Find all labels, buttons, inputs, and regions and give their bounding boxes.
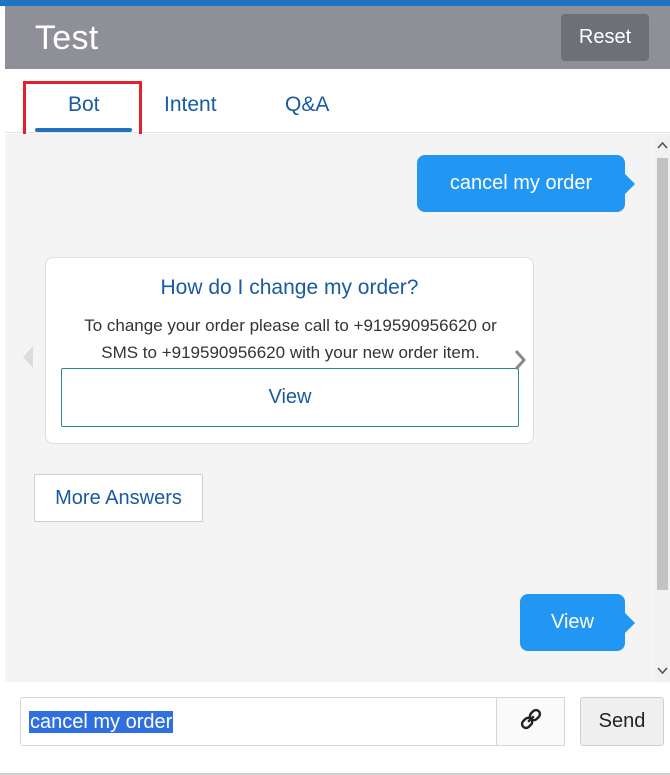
answer-card-body: To change your order please call to +919…	[84, 316, 497, 362]
send-button[interactable]: Send	[580, 697, 664, 746]
user-message-bubble: View	[520, 594, 635, 651]
user-message-bubble: cancel my order	[417, 155, 635, 212]
more-answers-button[interactable]: More Answers	[34, 474, 203, 522]
tab-bot[interactable]: Bot	[68, 93, 100, 117]
answer-card-title: How do I change my order?	[160, 276, 419, 299]
tab-qa[interactable]: Q&A	[285, 93, 329, 117]
message-input-selected-text: cancel my order	[29, 711, 174, 733]
attach-link-button[interactable]	[497, 697, 565, 746]
answer-card: How do I change my order? To change your…	[45, 257, 534, 444]
card-view-button[interactable]: View	[61, 368, 519, 427]
reset-button[interactable]: Reset	[561, 14, 649, 61]
tab-bar: Bot Intent Q&A	[5, 69, 670, 133]
chevron-right-icon[interactable]	[511, 345, 529, 375]
active-tab-indicator	[35, 128, 132, 132]
link-icon	[518, 706, 544, 737]
chevron-left-icon[interactable]	[19, 342, 37, 372]
tab-intent[interactable]: Intent	[164, 93, 217, 117]
panel-title: Test	[35, 19, 99, 57]
chevron-up-icon[interactable]	[655, 136, 670, 154]
chat-scrollbar[interactable]	[655, 134, 670, 682]
message-input[interactable]: cancel my order	[20, 697, 497, 746]
header-bar: Test Reset	[5, 6, 670, 69]
scrollbar-thumb[interactable]	[657, 158, 668, 590]
chevron-down-icon[interactable]	[655, 662, 670, 680]
message-composer: cancel my order Send	[0, 682, 670, 775]
chat-transcript: cancel my order How do I change my order…	[5, 134, 655, 682]
